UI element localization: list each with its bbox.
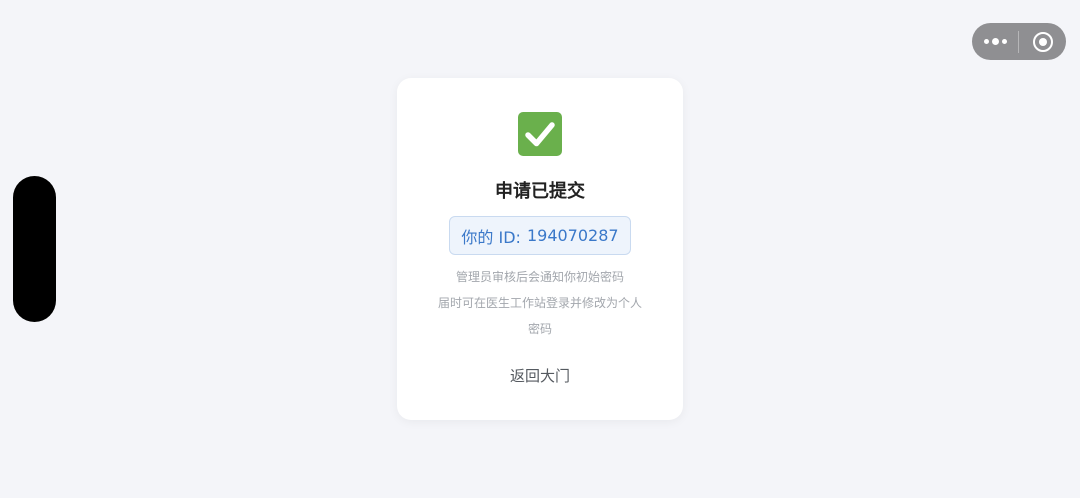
- app-screen: 申请已提交 你的 ID: 194070287 管理员审核后会通知你初始密码 届时…: [0, 0, 1080, 498]
- more-dots-icon[interactable]: [972, 23, 1018, 60]
- description-text: 管理员审核后会通知你初始密码 届时可在医生工作站登录并修改为个人 密码: [417, 264, 663, 342]
- side-handle[interactable]: [13, 176, 56, 322]
- id-value: 194070287: [526, 226, 619, 245]
- submission-card: 申请已提交 你的 ID: 194070287 管理员审核后会通知你初始密码 届时…: [397, 78, 683, 420]
- user-id-badge: 你的 ID: 194070287: [449, 216, 631, 255]
- miniprogram-capsule: [972, 23, 1066, 60]
- description-line: 密码: [527, 322, 552, 336]
- page-title: 申请已提交: [495, 181, 585, 202]
- close-circle-icon[interactable]: [1019, 23, 1066, 60]
- description-line: 管理员审核后会通知你初始密码: [455, 270, 624, 284]
- back-to-gate-link[interactable]: 返回大门: [397, 365, 683, 386]
- description-line: 届时可在医生工作站登录并修改为个人: [437, 296, 642, 310]
- check-mark-icon: [518, 112, 562, 156]
- id-label: 你的 ID:: [461, 227, 521, 247]
